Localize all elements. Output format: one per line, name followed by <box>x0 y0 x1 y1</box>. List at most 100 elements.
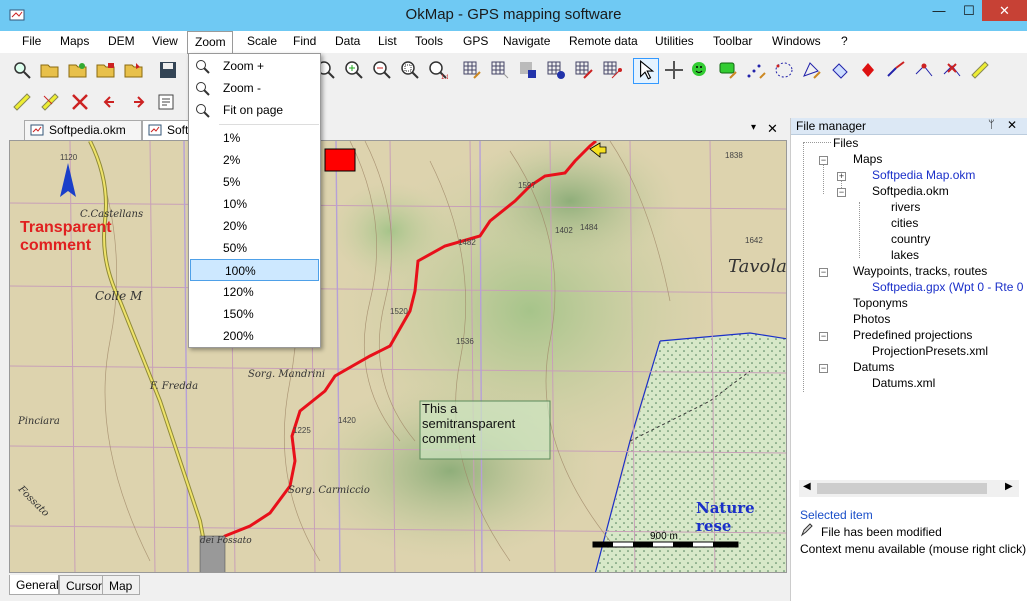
menu-file[interactable]: File <box>22 34 41 48</box>
zoom-in-icon[interactable] <box>344 60 364 80</box>
route-edit-icon[interactable] <box>886 60 906 80</box>
zoom-level-item[interactable]: 5% <box>189 171 320 193</box>
scroll-right-icon[interactable]: ▶ <box>1005 481 1013 492</box>
transparent-comment[interactable]: Transparent comment <box>20 219 112 255</box>
properties-icon[interactable] <box>156 92 176 112</box>
tree-softpedia-okm[interactable]: Softpedia.okm <box>872 184 949 198</box>
marker-red-icon[interactable] <box>858 60 878 80</box>
tree-files[interactable]: Files <box>833 136 858 150</box>
label-edit-icon[interactable] <box>830 60 850 80</box>
zoom-out-menu-item[interactable]: Zoom - <box>189 77 320 99</box>
waypoint-grid-icon[interactable] <box>546 60 566 80</box>
ruler-measure-icon[interactable] <box>12 92 32 112</box>
zoom-in-menu-item[interactable]: Zoom + <box>189 55 320 77</box>
scroll-left-icon[interactable]: ◀ <box>803 481 811 492</box>
zoom-level-item[interactable]: 150% <box>189 303 320 325</box>
menu-remote-data[interactable]: Remote data <box>569 34 638 48</box>
tree-projection-presets[interactable]: ProjectionPresets.xml <box>872 344 988 358</box>
panel-close-icon[interactable]: ✕ <box>1007 118 1017 132</box>
zoom-level-item[interactable]: 10% <box>189 193 320 215</box>
semitransparent-comment[interactable]: This a semitransparent comment <box>422 401 550 446</box>
menu-toolbar[interactable]: Toolbar <box>713 34 752 48</box>
tab-softpedia-okm-1[interactable]: Softpedia.okm <box>24 120 142 140</box>
grid-icon[interactable] <box>490 60 510 80</box>
menu-navigate[interactable]: Navigate <box>503 34 550 48</box>
collapse-icon[interactable]: − <box>819 156 828 165</box>
zoom-level-item[interactable]: 2% <box>189 149 320 171</box>
tree-datums[interactable]: Datums <box>853 360 894 374</box>
menu-scale[interactable]: Scale <box>247 34 277 48</box>
collapse-icon[interactable]: − <box>819 364 828 373</box>
collapse-icon[interactable]: − <box>819 268 828 277</box>
delete-icon[interactable] <box>70 92 90 112</box>
collapse-icon[interactable]: − <box>837 188 846 197</box>
find-icon[interactable] <box>12 60 32 80</box>
open-track-icon[interactable] <box>124 60 144 80</box>
menu-dem[interactable]: DEM <box>108 34 135 48</box>
tree-softpedia-gpx[interactable]: Softpedia.gpx (Wpt 0 - Rte 0 - T <box>872 280 1027 294</box>
route-grid-icon[interactable] <box>602 60 622 80</box>
move-down-icon[interactable] <box>128 92 148 112</box>
menu-utilities[interactable]: Utilities <box>655 34 694 48</box>
ruler-clear-icon[interactable] <box>40 92 60 112</box>
close-button[interactable]: ✕ <box>982 0 1027 21</box>
zoom-out-icon[interactable] <box>372 60 392 80</box>
tab-cursor[interactable]: Cursor <box>59 575 107 595</box>
open-map-icon[interactable] <box>68 60 88 80</box>
track-grid-icon[interactable] <box>574 60 594 80</box>
fit-on-page-menu-item[interactable]: Fit on page <box>189 99 320 121</box>
maximize-button[interactable]: ☐ <box>955 0 983 21</box>
menu-windows[interactable]: Windows <box>772 34 821 48</box>
tree-toponyms[interactable]: Toponyms <box>853 296 908 310</box>
comment-add-icon[interactable] <box>718 60 738 80</box>
menu-find[interactable]: Find <box>293 34 316 48</box>
select-tool-button[interactable] <box>633 58 659 84</box>
map-view[interactable]: Transparent comment This a semitranspare… <box>9 140 787 573</box>
zoom-level-item[interactable]: 200% <box>189 325 320 347</box>
menu-zoom[interactable]: Zoom <box>187 31 233 54</box>
tree-layer-rivers[interactable]: rivers <box>891 200 920 214</box>
minimize-button[interactable]: — <box>925 0 953 21</box>
expand-icon[interactable]: + <box>837 172 846 181</box>
ruler-icon[interactable] <box>970 60 990 80</box>
collapse-icon[interactable]: − <box>819 332 828 341</box>
move-up-icon[interactable] <box>100 92 120 112</box>
pan-icon[interactable] <box>664 60 684 80</box>
dots-track-icon[interactable] <box>746 60 766 80</box>
pin-icon[interactable]: ᛘ <box>988 119 995 131</box>
zoom-level-item[interactable]: 120% <box>189 281 320 303</box>
tab-general[interactable]: General <box>9 575 59 595</box>
tree-projections[interactable]: Predefined projections <box>853 328 972 342</box>
menu-list[interactable]: List <box>378 34 397 48</box>
menu-tools[interactable]: Tools <box>415 34 443 48</box>
tab-close-button[interactable]: ✕ <box>767 121 778 137</box>
tree-layer-country[interactable]: country <box>891 232 930 246</box>
tree-layer-cities[interactable]: cities <box>891 216 918 230</box>
menu-help[interactable]: ? <box>841 34 848 48</box>
menu-maps[interactable]: Maps <box>60 34 89 48</box>
menu-gps[interactable]: GPS <box>463 34 488 48</box>
open-gpx-icon[interactable] <box>96 60 116 80</box>
tab-softpedia-okm-2[interactable]: Softpedia.okm <box>142 120 192 140</box>
open-folder-icon[interactable] <box>40 60 60 80</box>
smiley-waypoint-icon[interactable] <box>690 60 710 80</box>
tree-softpedia-map[interactable]: Softpedia Map.okm <box>872 168 975 182</box>
grid-edit-icon[interactable] <box>462 60 482 80</box>
zoom-window-icon[interactable] <box>400 60 420 80</box>
tree-layer-lakes[interactable]: lakes <box>891 248 919 262</box>
menu-data[interactable]: Data <box>335 34 360 48</box>
tab-map[interactable]: Map <box>102 575 140 595</box>
zoom-level-item[interactable]: 1% <box>189 127 320 149</box>
save-icon[interactable] <box>158 60 178 80</box>
tree-maps[interactable]: Maps <box>853 152 882 166</box>
grid-blue-icon[interactable] <box>518 60 538 80</box>
area-edit-icon[interactable] <box>802 60 822 80</box>
route-point-icon[interactable] <box>914 60 934 80</box>
polygon-icon[interactable] <box>774 60 794 80</box>
scrollbar-thumb[interactable] <box>817 483 987 494</box>
tab-list-button[interactable]: ▾ <box>751 122 756 133</box>
zoom-level-item[interactable]: 20% <box>189 215 320 237</box>
tree-photos[interactable]: Photos <box>853 312 890 326</box>
horizontal-scrollbar[interactable]: ◀ ▶ <box>799 480 1019 497</box>
tree-waypoints[interactable]: Waypoints, tracks, routes <box>853 264 987 278</box>
